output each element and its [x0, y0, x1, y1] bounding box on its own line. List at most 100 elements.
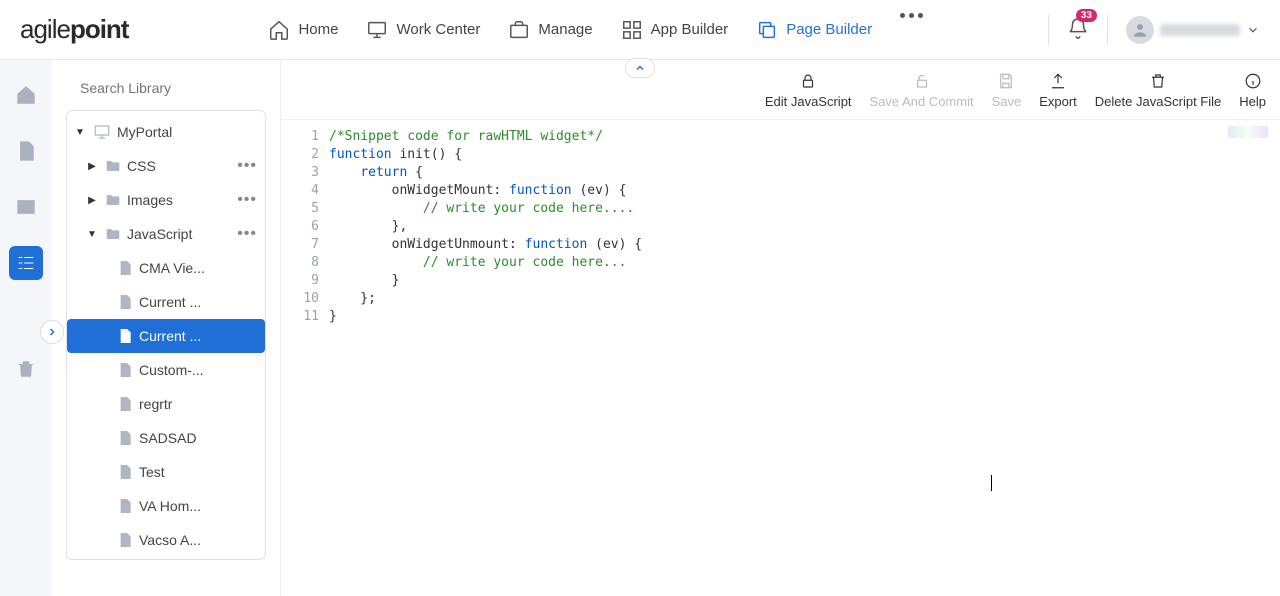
expand-icon[interactable]: ▶ [85, 195, 99, 206]
search-input[interactable] [80, 80, 261, 96]
person-icon [1131, 21, 1149, 39]
code-kw: function [329, 147, 392, 162]
tree-root-label: MyPortal [117, 124, 259, 140]
rail-home[interactable] [9, 78, 43, 112]
collapse-icon[interactable]: ▼ [73, 127, 87, 138]
tree-file-vacso[interactable]: Vacso A... [67, 523, 265, 557]
nav-manage[interactable]: Manage [498, 13, 602, 47]
export-label: Export [1039, 94, 1077, 109]
more-icon[interactable]: ••• [235, 191, 259, 209]
code-text: onWidgetUnmount: [329, 237, 525, 252]
folder-label: JavaScript [127, 226, 235, 242]
trash-icon [1149, 72, 1167, 90]
user-name [1160, 24, 1240, 36]
chevron-down-icon [1246, 23, 1260, 37]
folder-icon [105, 226, 121, 242]
file-label: VA Hom... [139, 498, 259, 514]
editor-area: Edit JavaScript Save And Commit Save Exp… [280, 60, 1280, 596]
copy-icon [756, 19, 778, 41]
tree-folder-javascript[interactable]: ▼ JavaScript ••• [67, 217, 265, 251]
line-num: 4 [291, 182, 319, 200]
folder-label: CSS [127, 158, 235, 174]
nav-home[interactable]: Home [258, 13, 348, 47]
line-num: 6 [291, 218, 319, 236]
unlock-icon [913, 72, 931, 90]
rail-expand-button[interactable] [40, 320, 64, 344]
code-comment: // write your code here.... [329, 201, 634, 216]
tree-folder-css[interactable]: ▶ CSS ••• [67, 149, 265, 183]
nav-appbuilder-label: App Builder [651, 21, 729, 38]
tree-file-test[interactable]: Test [67, 455, 265, 489]
more-icon[interactable]: ••• [235, 225, 259, 243]
nav-more[interactable] [890, 13, 933, 47]
folder-icon [105, 192, 121, 208]
line-num: 10 [291, 290, 319, 308]
export-button[interactable]: Export [1039, 72, 1077, 109]
save-label: Save [992, 94, 1022, 109]
edit-javascript-button[interactable]: Edit JavaScript [765, 72, 852, 109]
chevron-right-icon [46, 326, 58, 338]
tree-file-current1[interactable]: Current ... [67, 285, 265, 319]
save-icon [997, 72, 1015, 90]
file-label: Vacso A... [139, 532, 259, 548]
library-sidebar: ▼ MyPortal ▶ CSS ••• ▶ Images ••• ▼ Java… [52, 60, 280, 596]
nav-pagebuilder-label: Page Builder [786, 21, 872, 38]
more-icon[interactable]: ••• [235, 157, 259, 175]
rail-trash[interactable] [9, 352, 43, 386]
folder-label: Images [127, 192, 235, 208]
notifications-button[interactable]: 33 [1067, 17, 1089, 42]
rail-data[interactable] [9, 190, 43, 224]
tree-root-myportal[interactable]: ▼ MyPortal [67, 115, 265, 149]
tree-file-cma[interactable]: CMA Vie... [67, 251, 265, 285]
list-icon [15, 252, 37, 274]
home-icon [15, 84, 37, 106]
tree-file-sadsad[interactable]: SADSAD [67, 421, 265, 455]
line-num: 11 [291, 308, 319, 326]
js-file-icon [117, 464, 133, 480]
code-kw: return [360, 165, 407, 180]
minimap[interactable] [1228, 126, 1268, 138]
collapse-toolbar-tab[interactable] [625, 58, 655, 78]
expand-icon[interactable]: ▶ [85, 161, 99, 172]
delete-button[interactable]: Delete JavaScript File [1095, 72, 1221, 109]
code-content[interactable]: /*Snippet code for rawHTML widget*/ func… [329, 120, 642, 596]
nav-manage-label: Manage [538, 21, 592, 38]
file-label: CMA Vie... [139, 260, 259, 276]
code-editor[interactable]: 1 2 3 4 5 6 7 8 9 10 11 /*Snippet code f… [281, 119, 1280, 596]
export-icon [1049, 72, 1067, 90]
file-label: Test [139, 464, 259, 480]
tree-folder-images[interactable]: ▶ Images ••• [67, 183, 265, 217]
code-line-1: /*Snippet code for rawHTML widget*/ [329, 129, 603, 144]
line-num: 7 [291, 236, 319, 254]
notification-badge: 33 [1076, 9, 1097, 22]
code-kw: function [525, 237, 588, 252]
rail-library[interactable] [9, 246, 43, 280]
tree-file-current2[interactable]: Current ... [67, 319, 265, 353]
help-button[interactable]: Help [1239, 72, 1266, 109]
collapse-icon[interactable]: ▼ [85, 229, 99, 240]
topbar-right: 33 [1048, 15, 1260, 45]
lock-icon [799, 72, 817, 90]
file-label: Current ... [139, 328, 259, 344]
library-tree[interactable]: ▼ MyPortal ▶ CSS ••• ▶ Images ••• ▼ Java… [66, 110, 266, 560]
folder-icon [105, 158, 121, 174]
rail-pages[interactable] [9, 134, 43, 168]
user-menu[interactable] [1126, 16, 1260, 44]
code-kw: function [509, 183, 572, 198]
top-nav: Home Work Center Manage App Builder Page… [258, 13, 933, 47]
line-num: 5 [291, 200, 319, 218]
tree-file-regrtr[interactable]: regrtr [67, 387, 265, 421]
tree-file-custom[interactable]: Custom-... [67, 353, 265, 387]
monitor-icon [366, 19, 388, 41]
nav-appbuilder[interactable]: App Builder [611, 13, 739, 47]
trash-icon [15, 358, 37, 380]
nav-workcenter[interactable]: Work Center [356, 13, 490, 47]
nav-pagebuilder[interactable]: Page Builder [746, 13, 882, 47]
brand-logo: agilepoint [20, 14, 128, 45]
document-icon [15, 140, 37, 162]
code-comment: // write your code here... [329, 255, 626, 270]
table-icon [15, 196, 37, 218]
file-label: Custom-... [139, 362, 259, 378]
tree-file-vahome[interactable]: VA Hom... [67, 489, 265, 523]
home-icon [268, 19, 290, 41]
